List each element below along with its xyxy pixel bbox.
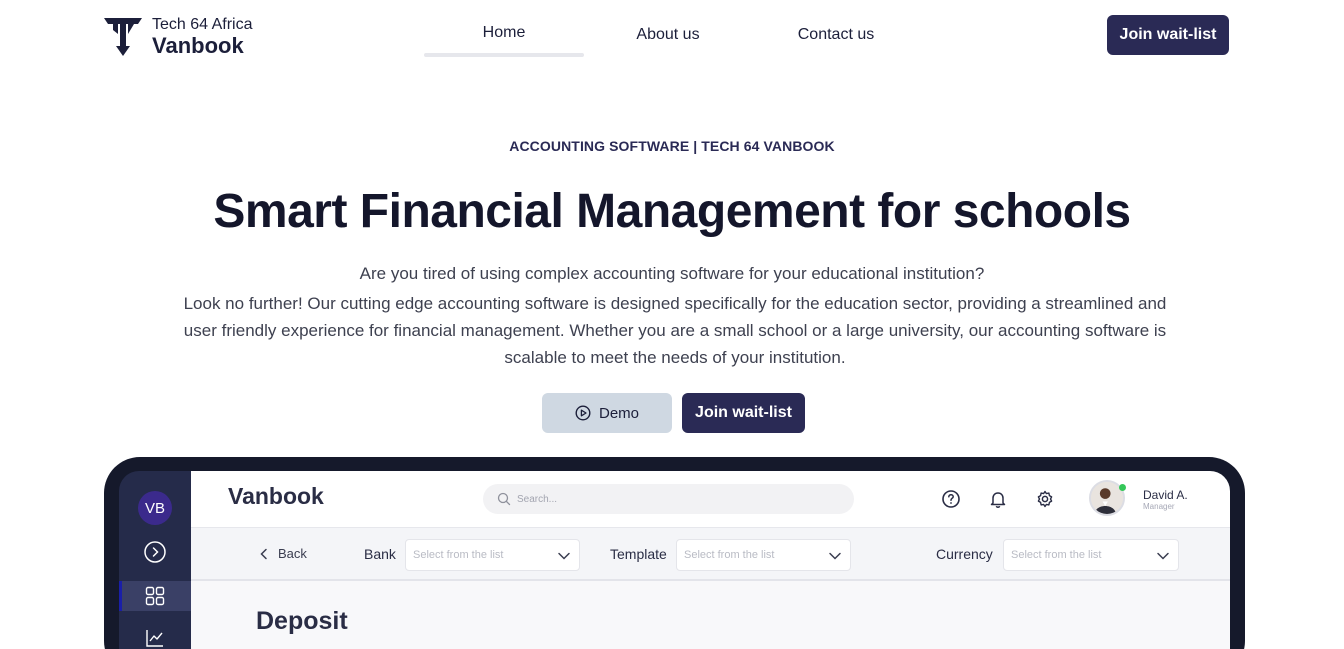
- help-icon[interactable]: [941, 489, 961, 509]
- bank-select[interactable]: Select from the list: [405, 539, 580, 571]
- user-name: David A.: [1143, 488, 1188, 502]
- nav-home[interactable]: Home: [424, 0, 584, 57]
- search-icon: [497, 492, 511, 506]
- back-button[interactable]: Back: [258, 546, 307, 561]
- demo-button[interactable]: Demo: [542, 393, 672, 433]
- join-waitlist-header-button[interactable]: Join wait-list: [1107, 15, 1229, 55]
- app-main-panel: Vanbook Search... David A. Manager Back …: [191, 471, 1230, 649]
- bank-label: Bank: [364, 546, 396, 562]
- logo-tagline: Tech 64 Africa: [152, 16, 253, 33]
- app-sidebar: VB: [119, 471, 191, 649]
- chevron-down-icon: [558, 552, 570, 560]
- nav-contact-us[interactable]: Contact us: [752, 0, 920, 57]
- sidebar-item-reports[interactable]: [142, 625, 168, 649]
- hero-title: Smart Financial Management for schools: [213, 185, 1131, 238]
- template-select[interactable]: Select from the list: [676, 539, 851, 571]
- user-role: Manager: [1143, 502, 1175, 511]
- hero-actions: Demo Join wait-list: [542, 393, 805, 433]
- deposit-content: Deposit: [191, 581, 1230, 649]
- main-nav: Home About us Contact us: [424, 0, 920, 57]
- app-preview-device: VB Vanbook Search... David A. Manager Ba…: [104, 457, 1245, 649]
- chevron-left-icon: [260, 548, 267, 559]
- back-label: Back: [278, 546, 307, 561]
- currency-select[interactable]: Select from the list: [1003, 539, 1179, 571]
- logo-name: Vanbook: [152, 33, 244, 58]
- sidebar-avatar: VB: [138, 491, 172, 525]
- app-brand: Vanbook: [228, 483, 324, 509]
- hero-lead: Are you tired of using complex accountin…: [359, 264, 985, 283]
- join-waitlist-hero-button[interactable]: Join wait-list: [682, 393, 805, 433]
- online-status-indicator: [1119, 484, 1126, 491]
- chevron-down-icon: [829, 552, 841, 560]
- template-label: Template: [610, 546, 667, 562]
- currency-select-placeholder: Select from the list: [1011, 549, 1102, 561]
- hero-description: Look no further! Our cutting edge accoun…: [183, 294, 1167, 367]
- chevron-down-icon: [1157, 552, 1169, 560]
- nav-about-us[interactable]: About us: [584, 0, 752, 57]
- template-select-placeholder: Select from the list: [684, 549, 775, 561]
- chevron-right-icon: [144, 541, 166, 563]
- demo-button-label: Demo: [598, 404, 639, 422]
- currency-label: Currency: [936, 546, 993, 562]
- hero-eyebrow: ACCOUNTING SOFTWARE | TECH 64 VANBOOK: [509, 138, 835, 154]
- app-search-placeholder: Search...: [517, 493, 558, 505]
- gear-icon[interactable]: [1035, 489, 1055, 509]
- sidebar-expand[interactable]: [142, 539, 168, 565]
- play-icon: [575, 405, 591, 421]
- chart-icon: [146, 630, 163, 647]
- deposit-toolbar: Back Bank Select from the list Template …: [191, 527, 1230, 581]
- bell-icon[interactable]: [988, 489, 1008, 509]
- sidebar-item-dashboard[interactable]: [142, 583, 168, 609]
- logo-icon: [104, 18, 142, 56]
- bank-select-placeholder: Select from the list: [413, 549, 504, 561]
- app-search-input[interactable]: Search...: [483, 484, 854, 514]
- brand-logo[interactable]: Tech 64 Africa Vanbook: [104, 16, 253, 58]
- page-title: Deposit: [256, 607, 348, 635]
- grid-icon: [145, 586, 165, 606]
